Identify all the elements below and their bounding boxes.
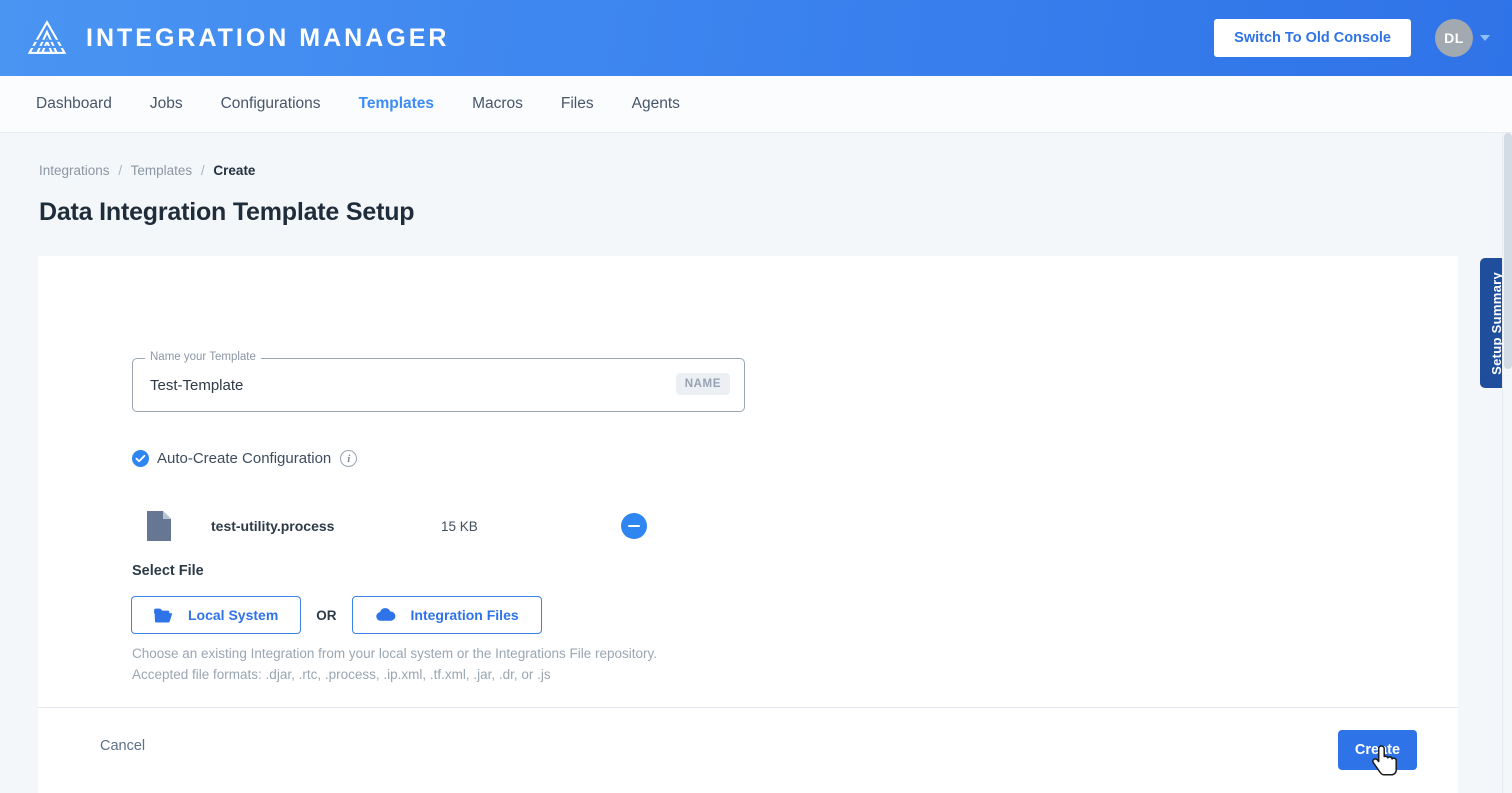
app-header-actions: Switch To Old Console DL <box>1214 19 1490 57</box>
select-file-label: Select File <box>132 563 204 579</box>
nav-item-agents[interactable]: Agents <box>632 95 680 113</box>
triangle-arrow-logo-icon <box>27 20 67 54</box>
integration-files-button[interactable]: Integration Files <box>351 596 542 634</box>
template-name-input[interactable]: Test-Template <box>150 359 243 413</box>
auto-create-configuration-checkbox[interactable] <box>132 450 149 467</box>
page-scrollbar[interactable] <box>1502 133 1512 793</box>
auto-create-configuration-label: Auto-Create Configuration <box>157 450 332 467</box>
brand: INTEGRATION MANAGER <box>26 17 449 59</box>
breadcrumb-templates[interactable]: Templates <box>131 163 193 178</box>
file-format-helper-text: Choose an existing Integration from your… <box>132 643 657 685</box>
nav-item-dashboard[interactable]: Dashboard <box>36 95 112 113</box>
template-setup-card: Name your Template Test-Template NAME Au… <box>38 256 1458 793</box>
auto-create-configuration-row: Auto-Create Configuration i <box>132 450 358 467</box>
cancel-button[interactable]: Cancel <box>94 737 151 755</box>
cloud-icon <box>375 608 395 621</box>
integration-files-button-label: Integration Files <box>410 607 519 623</box>
template-name-field[interactable]: Name your Template Test-Template NAME <box>132 351 745 413</box>
local-system-button-label: Local System <box>188 607 279 623</box>
breadcrumb-integrations[interactable]: Integrations <box>39 163 110 178</box>
nav-item-jobs[interactable]: Jobs <box>150 95 183 113</box>
switch-to-old-console-button[interactable]: Switch To Old Console <box>1214 19 1411 57</box>
remove-file-button[interactable] <box>621 513 647 539</box>
breadcrumb-separator: / <box>200 163 205 178</box>
document-icon <box>147 511 171 541</box>
create-button[interactable]: Create <box>1338 730 1417 770</box>
file-size: 15 KB <box>441 518 478 534</box>
breadcrumb-separator: / <box>118 163 123 178</box>
main-navigation: Dashboard Jobs Configurations Templates … <box>0 76 1512 133</box>
nav-item-files[interactable]: Files <box>561 95 594 113</box>
brand-name: INTEGRATION MANAGER <box>86 23 450 52</box>
selected-file-row: test-utility.process 15 KB <box>132 496 772 556</box>
info-icon[interactable]: i <box>340 450 358 467</box>
page-scrollbar-thumb[interactable] <box>1504 133 1512 369</box>
name-badge: NAME <box>675 373 730 395</box>
nav-item-configurations[interactable]: Configurations <box>221 95 321 113</box>
avatar[interactable]: DL <box>1435 19 1473 57</box>
breadcrumb-create: Create <box>213 163 256 178</box>
card-body: Name your Template Test-Template NAME Au… <box>38 256 1458 707</box>
check-icon <box>135 454 146 463</box>
chevron-down-icon[interactable] <box>1480 35 1490 41</box>
card-footer: Cancel Create <box>38 707 1458 793</box>
folder-icon <box>154 608 173 622</box>
nav-item-macros[interactable]: Macros <box>472 95 523 113</box>
breadcrumb: Integrations / Templates / Create <box>39 163 255 178</box>
minus-circle-icon <box>628 524 640 528</box>
or-separator: OR <box>316 607 337 623</box>
app-header: INTEGRATION MANAGER Switch To Old Consol… <box>0 0 1512 76</box>
helper-line-1: Choose an existing Integration from your… <box>132 646 657 661</box>
helper-line-2: Accepted file formats: .djar, .rtc, .pro… <box>132 667 551 682</box>
nav-item-templates[interactable]: Templates <box>359 95 435 113</box>
user-menu[interactable]: DL <box>1435 19 1490 57</box>
file-source-buttons: Local System OR Integration Files <box>131 596 542 634</box>
page-title: Data Integration Template Setup <box>39 198 415 226</box>
file-name: test-utility.process <box>211 518 335 534</box>
local-system-button[interactable]: Local System <box>131 596 302 634</box>
